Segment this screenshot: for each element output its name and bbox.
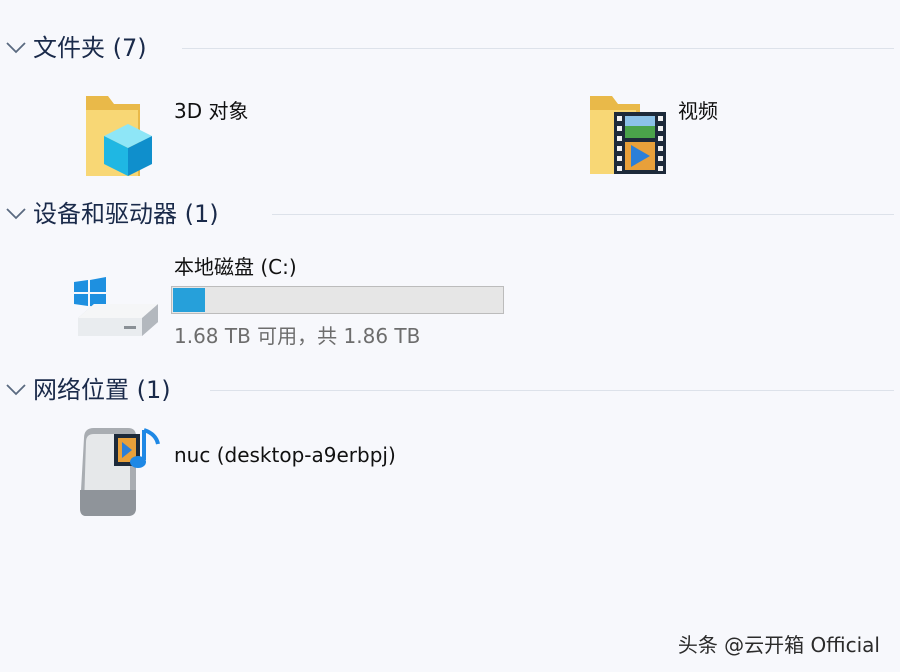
group-divider bbox=[182, 48, 894, 49]
group-divider bbox=[272, 214, 894, 215]
group-title-devices-drives: 设备和驱动器 (1) bbox=[33, 200, 219, 228]
windows-drive-icon bbox=[74, 277, 158, 336]
drive-usage-fill bbox=[173, 288, 205, 312]
group-header-devices-drives[interactable]: 设备和驱动器 (1) bbox=[0, 196, 900, 236]
3d-objects-folder-icon bbox=[86, 96, 152, 176]
group-header-folders[interactable]: 文件夹 (7) bbox=[0, 30, 900, 70]
chevron-down-icon[interactable] bbox=[5, 206, 27, 222]
watermark-text: 头条 @云开箱 Official bbox=[677, 633, 880, 657]
folder-3d-objects[interactable]: 3D 对象 bbox=[76, 84, 276, 180]
folder-videos[interactable]: 视频 bbox=[584, 84, 784, 180]
drive-label: 本地磁盘 (C:) bbox=[174, 255, 297, 279]
media-server-icon bbox=[80, 428, 160, 516]
chevron-down-icon[interactable] bbox=[5, 382, 27, 398]
group-header-network-locations[interactable]: 网络位置 (1) bbox=[0, 372, 900, 412]
group-divider bbox=[210, 390, 894, 391]
chevron-down-icon[interactable] bbox=[5, 40, 27, 56]
videos-folder-icon bbox=[590, 96, 666, 174]
network-location-label: nuc (desktop-a9erbpj) bbox=[174, 443, 396, 467]
network-location-nuc[interactable]: nuc (desktop-a9erbpj) bbox=[72, 420, 452, 520]
drive-usage-bar bbox=[171, 286, 504, 314]
group-title-network-locations: 网络位置 (1) bbox=[33, 376, 171, 404]
folder-label: 3D 对象 bbox=[174, 99, 249, 123]
drive-space-info: 1.68 TB 可用，共 1.86 TB bbox=[174, 324, 421, 348]
group-title-folders: 文件夹 (7) bbox=[33, 34, 147, 62]
folder-label: 视频 bbox=[678, 99, 718, 123]
